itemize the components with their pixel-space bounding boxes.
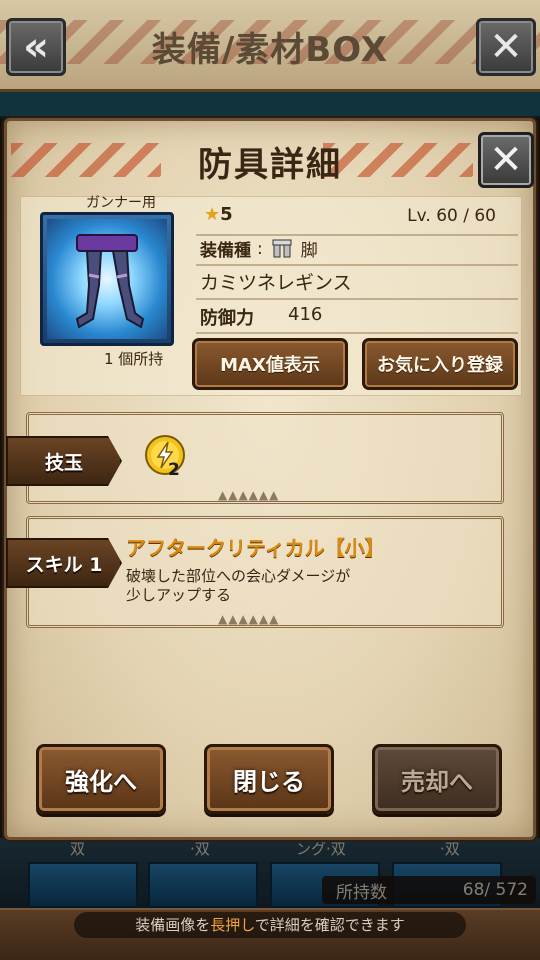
gem-level-indicator: ▲▲▲▲▲▲: [218, 488, 280, 502]
item-name: カミツネレギンス: [200, 272, 352, 294]
double-chevron-left-icon: «: [23, 24, 49, 70]
skill-desc-line: 破壊した部位への会心ダメージが: [126, 567, 351, 585]
leg-armor-type-icon: [272, 239, 292, 257]
back-button[interactable]: «: [6, 18, 66, 76]
gem-tag: 技玉: [6, 436, 122, 486]
row-divider: [196, 332, 518, 334]
equip-type-row: 装備種 : 脚: [200, 236, 318, 262]
rarity-value: 5: [220, 204, 233, 225]
equip-type-label: 装備種: [200, 241, 251, 261]
close-button[interactable]: 閉じる: [204, 744, 334, 814]
gem-count: 2: [168, 460, 180, 480]
sell-button[interactable]: 売却へ: [372, 744, 502, 814]
skill-description: 破壊した部位への会心ダメージが 少しアップする: [126, 567, 486, 605]
box-title: 装備/素材BOX: [151, 30, 389, 70]
max-value-button[interactable]: MAX値表示: [192, 338, 348, 390]
close-x-icon: ✕: [489, 137, 523, 183]
level-value: Lv. 60 / 60: [407, 206, 496, 226]
hint-suffix: で詳細を確認できます: [254, 916, 405, 934]
skill-desc-line: 少しアップする: [126, 586, 232, 604]
hint-text: 装備画像を長押しで詳細を確認できます: [74, 912, 466, 938]
skill-level-indicator: ▲▲▲▲▲▲: [218, 612, 280, 626]
defense-label: 防御力: [200, 308, 254, 329]
box-close-button[interactable]: ✕: [476, 18, 536, 76]
modal-title: 防具詳細: [198, 145, 342, 185]
user-type-tag: ガンナー用: [86, 195, 156, 211]
enhance-button[interactable]: 強化へ: [36, 744, 166, 814]
row-divider: [196, 298, 518, 300]
hint-prefix: 装備画像を: [135, 916, 211, 934]
skill-name: アフタークリティカル【小】: [126, 536, 385, 560]
defense-value: 416: [288, 304, 323, 325]
equip-type-value: 脚: [300, 241, 318, 261]
favorite-button[interactable]: お気に入り登録: [362, 338, 518, 390]
hint-emphasis: 長押し: [210, 916, 255, 934]
row-divider: [196, 264, 518, 266]
item-image-frame[interactable]: [40, 212, 174, 346]
leg-armor-icon: [75, 234, 145, 329]
skill-tag: スキル 1: [6, 538, 122, 588]
rarity: ★5: [204, 204, 233, 225]
star-icon: ★: [204, 204, 221, 225]
defense-row: 防御力 416: [200, 304, 322, 330]
equip-type-separator: :: [257, 238, 263, 259]
owned-quantity: 1 個所持: [104, 350, 164, 368]
close-x-icon: ✕: [489, 24, 523, 70]
modal-close-button[interactable]: ✕: [478, 132, 534, 188]
